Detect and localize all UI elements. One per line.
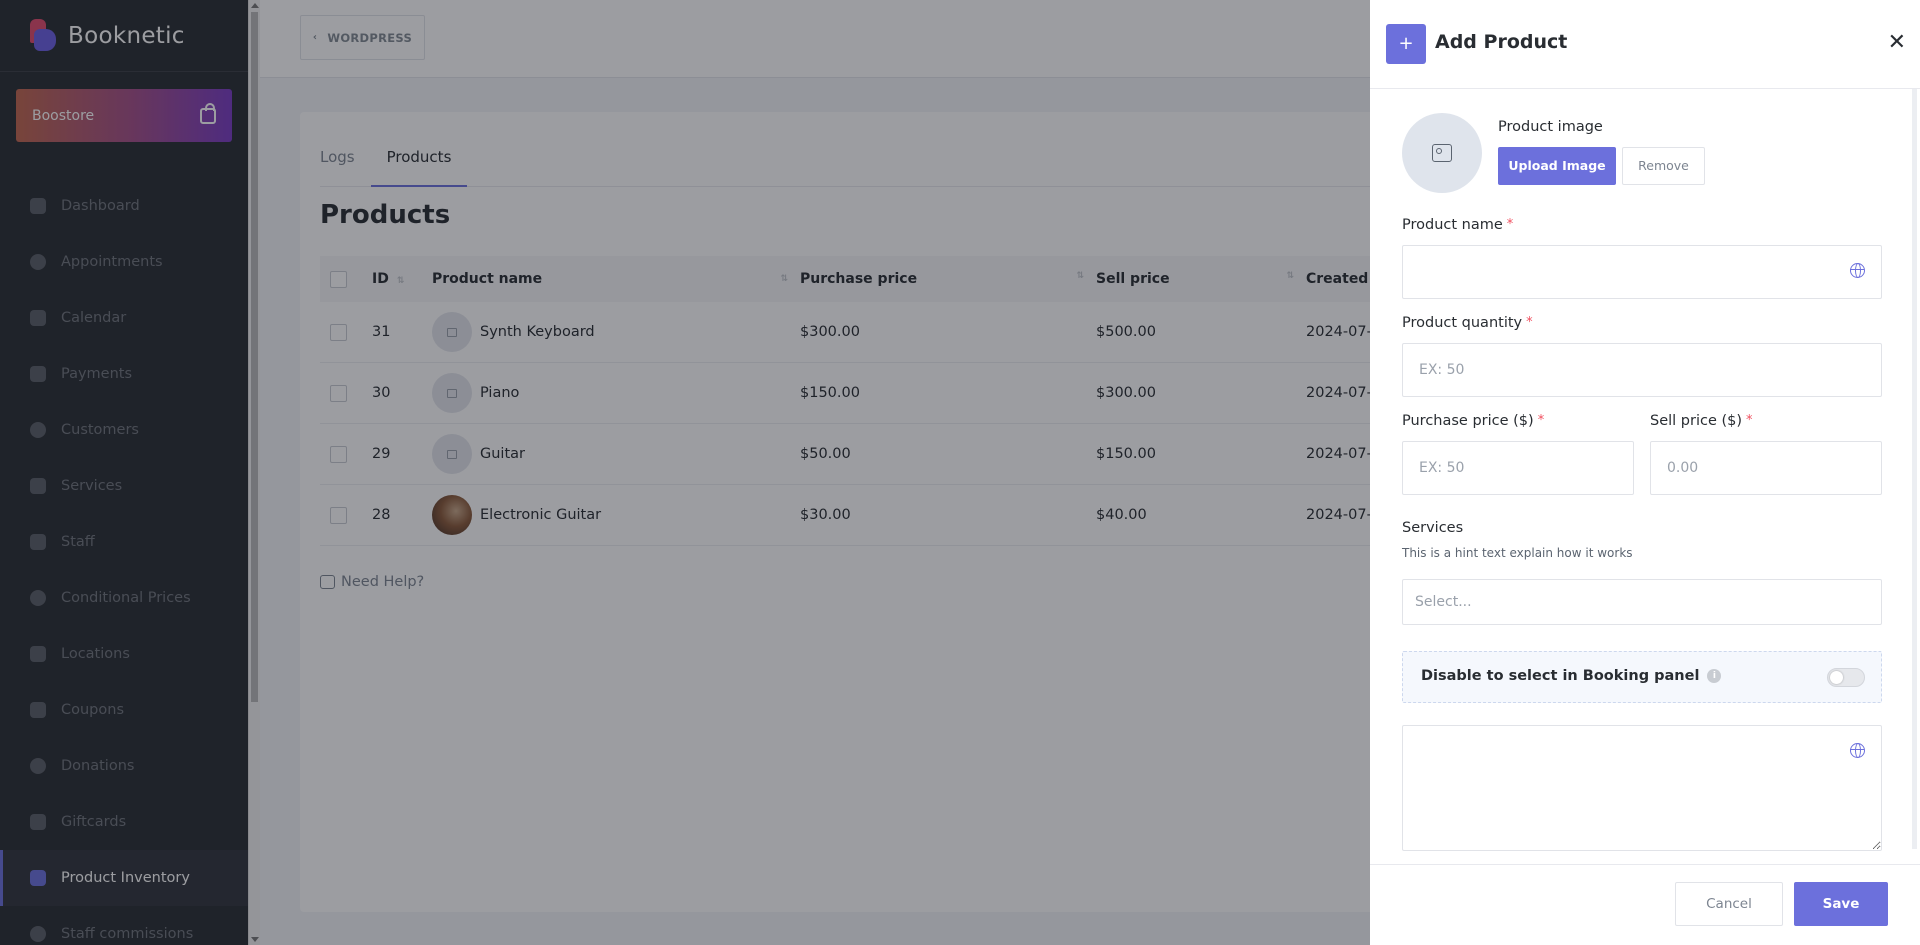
close-icon[interactable]: ✕ xyxy=(1888,28,1906,58)
services-hint: This is a hint text explain how it works xyxy=(1402,546,1633,560)
plus-icon: + xyxy=(1386,24,1426,64)
remove-image-button[interactable]: Remove xyxy=(1622,147,1705,185)
disable-booking-toggle[interactable] xyxy=(1827,668,1865,687)
required-mark: * xyxy=(1537,413,1545,428)
required-mark: * xyxy=(1526,315,1533,330)
disable-booking-panel-row: Disable to select in Booking panel i xyxy=(1402,651,1882,703)
sell-price-input[interactable] xyxy=(1650,441,1882,495)
panel-header: + Add Product ✕ xyxy=(1370,0,1920,89)
panel-title: Add Product xyxy=(1435,31,1568,53)
product-quantity-label: Product quantity * xyxy=(1402,315,1533,331)
globe-icon[interactable] xyxy=(1850,263,1865,278)
save-button[interactable]: Save xyxy=(1794,882,1888,926)
add-product-panel: + Add Product ✕ Product image Upload Ima… xyxy=(1370,0,1920,945)
required-mark: * xyxy=(1506,217,1514,232)
cancel-button[interactable]: Cancel xyxy=(1675,882,1783,926)
modal-backdrop[interactable] xyxy=(0,0,1370,945)
purchase-price-input[interactable] xyxy=(1402,441,1634,495)
sell-price-label: Sell price ($) * xyxy=(1650,413,1753,429)
globe-icon[interactable] xyxy=(1850,743,1865,758)
product-image-label: Product image xyxy=(1498,119,1603,135)
panel-footer: Cancel Save xyxy=(1370,864,1920,945)
product-name-label: Product name * xyxy=(1402,217,1514,233)
image-icon xyxy=(1432,144,1452,162)
note-textarea[interactable] xyxy=(1402,725,1882,851)
required-mark: * xyxy=(1746,413,1753,428)
upload-image-button[interactable]: Upload Image xyxy=(1498,147,1616,185)
services-label: Services xyxy=(1402,520,1464,536)
info-icon[interactable]: i xyxy=(1707,669,1722,683)
services-select[interactable]: Select... xyxy=(1402,579,1882,625)
panel-body: Product image Upload Image Remove Produc… xyxy=(1402,89,1882,864)
product-quantity-input[interactable] xyxy=(1402,343,1882,397)
product-name-input[interactable] xyxy=(1402,245,1882,299)
disable-booking-label: Disable to select in Booking panel xyxy=(1421,668,1700,684)
product-image-preview xyxy=(1402,113,1482,193)
panel-scrollbar[interactable] xyxy=(1912,89,1917,849)
purchase-price-label: Purchase price ($) * xyxy=(1402,413,1545,429)
